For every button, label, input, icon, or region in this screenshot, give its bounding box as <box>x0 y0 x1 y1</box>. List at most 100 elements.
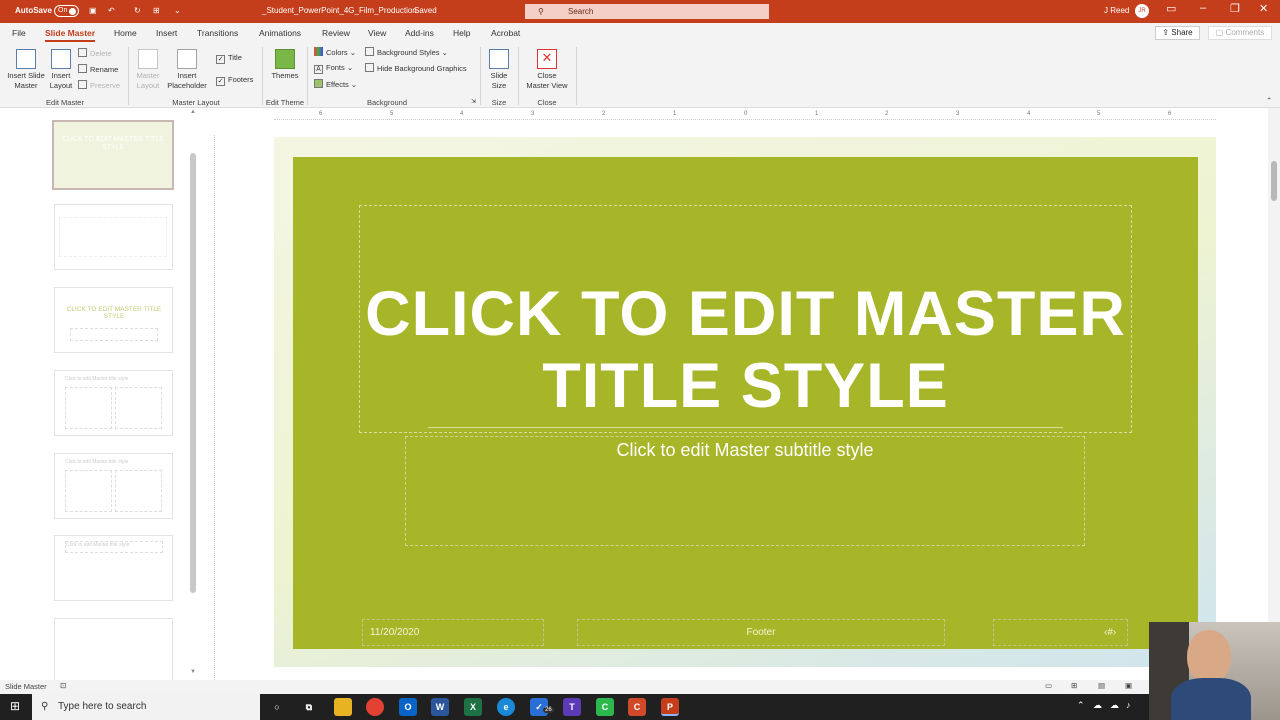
slideshow-icon[interactable]: ▣ <box>1125 681 1132 690</box>
hide-background-graphics-checkbox[interactable]: Hide Background Graphics <box>365 63 467 73</box>
group-master-layout: Master Layout <box>172 98 220 107</box>
divider <box>518 47 519 105</box>
delete-button[interactable]: Delete <box>78 48 112 58</box>
tab-insert[interactable]: Insert <box>156 28 177 38</box>
thumbnail-layout[interactable] <box>54 618 173 684</box>
ruler-tick: 2 <box>885 111 889 117</box>
divider <box>576 47 577 105</box>
slide-title[interactable]: CLICK TO EDIT MASTER TITLE STYLE <box>359 278 1132 422</box>
insert-layout-button[interactable]: Insert Layout <box>46 49 76 91</box>
scrollbar-thumb[interactable] <box>1271 161 1277 201</box>
undo-icon[interactable]: ↶ <box>108 6 115 15</box>
microphone-icon[interactable]: ♪ <box>1126 700 1131 710</box>
colors-dropdown[interactable]: Colors ⌄ <box>314 47 356 57</box>
scrollbar-thumb[interactable] <box>190 153 196 593</box>
thumbnail-scrollbar[interactable]: ▲ ▼ <box>188 109 198 678</box>
date-text[interactable]: 11/20/2020 <box>370 627 419 638</box>
onedrive-icon[interactable]: ☁ <box>1093 700 1102 711</box>
comments-button[interactable]: ▢ Comments <box>1208 26 1272 40</box>
search-input[interactable]: ⚲ Search <box>525 4 769 19</box>
tab-slide-master[interactable]: Slide Master <box>45 28 96 42</box>
fonts-dropdown[interactable]: A Fonts ⌄ <box>314 63 353 74</box>
themes-button[interactable]: Themes <box>268 49 302 81</box>
status-bar: Slide Master ⊡ ▭ ⊞ ▤ ▣ <box>0 680 1280 694</box>
file-explorer-icon[interactable] <box>334 698 352 716</box>
reading-view-icon[interactable]: ▤ <box>1098 681 1105 690</box>
thumbnail-layout[interactable]: Click to edit Master title style <box>54 453 173 519</box>
tab-acrobat[interactable]: Acrobat <box>491 28 520 38</box>
preserve-button[interactable]: Preserve <box>78 80 120 90</box>
thumbnail-title: CLICK TO EDIT MASTER TITLE STYLE <box>66 306 162 320</box>
thumbnail-layout[interactable]: Click to edit Master title style <box>54 370 173 436</box>
footers-checkbox[interactable]: ✓ Footers <box>216 75 253 86</box>
minimize-icon[interactable]: – <box>1200 2 1206 14</box>
checkbox-icon <box>365 63 374 72</box>
tab-help[interactable]: Help <box>453 28 470 38</box>
snagit-icon[interactable]: C <box>628 698 646 716</box>
themes-icon <box>275 49 295 69</box>
tab-view[interactable]: View <box>368 28 386 38</box>
redo-icon[interactable]: ↻ <box>134 6 141 15</box>
start-from-beginning-icon[interactable]: ⊞ <box>153 6 160 15</box>
taskbar-search-input[interactable]: ⚲ Type here to search <box>32 694 260 720</box>
chrome-icon[interactable] <box>366 698 384 716</box>
tab-add-ins[interactable]: Add-ins <box>405 28 434 38</box>
effects-dropdown[interactable]: Effects ⌄ <box>314 79 357 89</box>
tab-transitions[interactable]: Transitions <box>197 28 238 38</box>
user-name[interactable]: J Reed <box>1104 6 1129 15</box>
task-view-icon[interactable]: ⧉ <box>300 698 318 716</box>
tab-file[interactable]: File <box>12 28 26 38</box>
show-hidden-icons-icon[interactable]: ⌃ <box>1077 700 1085 711</box>
save-icon[interactable]: ▣ <box>89 6 97 15</box>
teams-icon[interactable]: T <box>563 698 581 716</box>
share-button[interactable]: ⇪ Share <box>1155 26 1200 40</box>
scroll-down-icon[interactable]: ▼ <box>190 669 196 675</box>
powerpoint-icon[interactable]: P <box>661 698 679 716</box>
customize-qat-icon[interactable]: ⌄ <box>174 6 181 15</box>
saved-status[interactable]: Saved <box>414 6 437 15</box>
cortana-icon[interactable]: ○ <box>268 698 286 716</box>
taskbar: ⊞ ⚲ Type here to search ○ ⧉ O W X e ✓ 26… <box>0 694 1280 720</box>
accessibility-icon[interactable]: ⊡ <box>60 681 66 690</box>
camtasia-icon[interactable]: C <box>596 698 614 716</box>
onedrive-icon[interactable]: ☁ <box>1110 700 1119 711</box>
rename-button[interactable]: Rename <box>78 64 118 74</box>
thumbnail-slide-master[interactable]: CLICK TO EDIT MASTER TITLE STYLE <box>52 120 174 190</box>
slide-subtitle[interactable]: Click to edit Master subtitle style <box>405 440 1085 461</box>
footer-text[interactable]: Footer <box>577 627 945 638</box>
excel-icon[interactable]: X <box>464 698 482 716</box>
close-master-view-button[interactable]: ✕ Close Master View <box>523 49 571 91</box>
master-layout-button[interactable]: Master Layout <box>134 49 162 91</box>
edge-icon[interactable]: e <box>497 698 515 716</box>
thumbnail-layout[interactable]: Click to edit Master title style <box>54 535 173 601</box>
outlook-icon[interactable]: O <box>399 698 417 716</box>
thumbnail-placeholder <box>59 217 167 257</box>
main-scrollbar[interactable] <box>1268 108 1280 680</box>
dialog-launcher-icon[interactable]: ⇲ <box>471 98 476 105</box>
normal-view-icon[interactable]: ▭ <box>1045 681 1052 690</box>
slide-number-text[interactable]: ‹#› <box>1104 627 1116 638</box>
thumbnail-placeholder <box>115 470 162 512</box>
title-checkbox[interactable]: ✓ Title <box>216 53 242 64</box>
windows-start-icon[interactable]: ⊞ <box>10 699 20 713</box>
insert-slide-master-button[interactable]: Insert Slide Master <box>5 49 47 91</box>
word-icon[interactable]: W <box>431 698 449 716</box>
thumbnail-layout[interactable] <box>54 204 173 270</box>
group-edit-theme: Edit Theme <box>265 98 305 107</box>
colors-icon <box>314 47 323 56</box>
maximize-icon[interactable]: ❐ <box>1230 2 1240 15</box>
close-window-icon[interactable]: ✕ <box>1259 2 1268 15</box>
background-styles-dropdown[interactable]: Background Styles ⌄ <box>365 47 448 57</box>
scroll-up-icon[interactable]: ▲ <box>190 109 196 115</box>
slide-size-button[interactable]: Slide Size <box>485 49 513 91</box>
slide-sorter-icon[interactable]: ⊞ <box>1071 681 1077 690</box>
tab-animations[interactable]: Animations <box>259 28 301 38</box>
avatar[interactable]: JR <box>1135 4 1149 18</box>
collapse-ribbon-icon[interactable]: ⌃ <box>1266 96 1272 105</box>
insert-placeholder-button[interactable]: Insert Placeholder <box>163 49 211 91</box>
thumbnail-layout[interactable]: CLICK TO EDIT MASTER TITLE STYLE <box>54 287 173 353</box>
ribbon-display-options-icon[interactable]: ▭ <box>1166 2 1176 15</box>
autosave-toggle[interactable]: On <box>54 5 79 17</box>
tab-review[interactable]: Review <box>322 28 350 38</box>
tab-home[interactable]: Home <box>114 28 137 38</box>
